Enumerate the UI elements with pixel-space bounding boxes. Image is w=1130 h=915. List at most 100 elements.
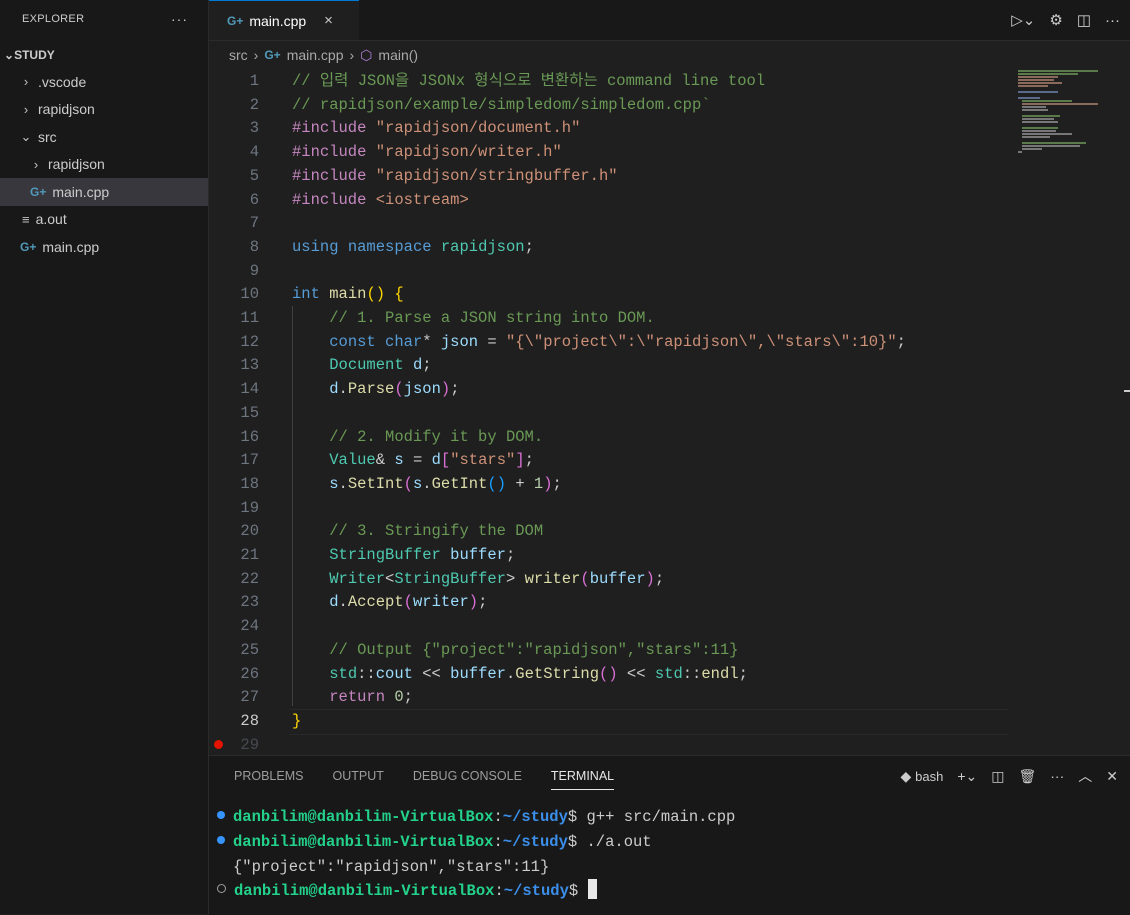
run-debug-icon[interactable]: ▷⌄ [1011, 11, 1035, 29]
line-number: 21 [240, 546, 259, 564]
line-number: 1 [249, 72, 259, 90]
line-content: // 입력 JSON을 JSONx 형식으로 변환하는 command line… [292, 72, 766, 90]
tab-terminal[interactable]: TERMINAL [550, 769, 615, 790]
chevron-down-icon: ⌄ [4, 48, 15, 62]
tree-item-src-main-cpp[interactable]: G+ main.cpp [0, 178, 208, 206]
line-content: s.SetInt(s.GetInt() + 1); [329, 474, 562, 493]
explorer-header: EXPLORER ··· [0, 0, 208, 38]
tree-item-label: src [38, 128, 57, 145]
tree-item-a-out[interactable]: ≡ a.out [0, 206, 208, 234]
line-content: // 1. Parse a JSON string into DOM. [329, 309, 655, 327]
terminal-icon: ◆ [900, 767, 912, 784]
terminal-output: {"project":"rapidjson","stars":11} [233, 858, 550, 876]
symbol-method-icon: ⬡ [360, 46, 373, 63]
scrollbar-position-marker[interactable] [1124, 390, 1130, 392]
tree-item-main-cpp[interactable]: G+ main.cpp [0, 233, 208, 261]
line-content: Value& s = d["stars"]; [329, 451, 534, 470]
close-icon[interactable]: × [324, 12, 333, 29]
line-number: 7 [249, 214, 259, 233]
chevron-right-icon: › [23, 101, 29, 117]
line-number: 22 [240, 569, 259, 588]
line-content: #include "rapidjson/document.h" [292, 119, 581, 138]
more-actions-icon[interactable]: ··· [1050, 768, 1064, 784]
line-number: 11 [240, 309, 259, 327]
breadcrumb-src[interactable]: src [229, 47, 248, 63]
prompt-path: ~/study [502, 833, 568, 851]
line-number: 18 [240, 474, 259, 493]
current-line-highlight [289, 709, 1009, 735]
minimap-preview [1018, 70, 1098, 153]
prompt-path: ~/study [502, 808, 568, 826]
prompt-user: danbilim@danbilim-VirtualBox [233, 808, 494, 826]
line-content: // rapidjson/example/simpledom/simpledom… [292, 95, 711, 114]
line-content: } [292, 711, 302, 730]
line-number: 16 [240, 427, 259, 446]
line-content: std::cout << buffer.GetString() << std::… [329, 664, 748, 683]
line-number: 27 [240, 688, 259, 707]
line-number: 26 [240, 664, 259, 683]
line-number: 24 [240, 617, 259, 636]
breadcrumb-symbol[interactable]: main() [378, 47, 418, 63]
bottom-panel: PROBLEMS OUTPUT DEBUG CONSOLE TERMINAL ◆… [209, 755, 1130, 915]
workspace-root-folder[interactable]: ⌄ STUDY [0, 44, 208, 66]
editor-actions: ▷⌄ ⚙ ◫ ··· [1011, 0, 1120, 40]
tree-item-label: rapidjson [38, 101, 95, 118]
line-number: 8 [249, 237, 259, 256]
line-number: 12 [240, 332, 259, 351]
chevron-right-icon: › [23, 74, 29, 90]
maximize-panel-icon[interactable]: ︿ [1078, 766, 1092, 786]
line-number: 17 [240, 451, 259, 470]
command-pending-icon [217, 884, 226, 894]
code-editor[interactable]: 1 // 입력 JSON을 JSONx 형식으로 변환하는 command lin… [209, 70, 1009, 755]
tree-item-label: main.cpp [42, 238, 100, 255]
prompt-user: danbilim@danbilim-VirtualBox [233, 833, 494, 851]
cpp-file-icon: G+ [264, 48, 281, 62]
line-number: 28 [240, 711, 259, 730]
tab-main-cpp[interactable]: G+ main.cpp × [209, 0, 359, 40]
more-actions-icon[interactable]: ··· [1105, 12, 1120, 29]
line-content: #include "rapidjson/stringbuffer.h" [292, 166, 618, 185]
gear-icon[interactable]: ⚙ [1049, 11, 1062, 29]
split-editor-icon[interactable]: ◫ [1077, 11, 1091, 29]
line-content: int main() { [292, 285, 404, 304]
tree-item-src-rapidjson[interactable]: › rapidjson [0, 151, 208, 179]
explorer-more-icon[interactable]: ··· [171, 11, 188, 27]
line-number: 20 [240, 522, 259, 541]
new-terminal-icon[interactable]: +⌄ [957, 768, 977, 785]
line-number: 9 [249, 261, 259, 280]
line-number: 23 [240, 593, 259, 612]
workspace-root-label: STUDY [14, 48, 55, 62]
prompt-path: ~/study [503, 882, 569, 900]
breakpoint-icon[interactable] [214, 740, 223, 749]
tree-item-label: .vscode [38, 73, 87, 90]
breadcrumb-file[interactable]: main.cpp [287, 47, 344, 63]
split-terminal-icon[interactable]: ◫ [991, 768, 1004, 785]
terminal-command: g++ src/main.cpp [586, 808, 736, 826]
chevron-down-icon: ⌄ [20, 128, 32, 144]
terminal-shell-selector[interactable]: ◆ bash [900, 768, 943, 785]
trash-icon[interactable]: 🗑 [1018, 768, 1036, 785]
line-number: 2 [249, 95, 259, 114]
editor-tab-bar: G+ main.cpp × ▷⌄ ⚙ ◫ ··· [209, 0, 1130, 41]
line-number: 25 [240, 640, 259, 659]
tab-output[interactable]: OUTPUT [332, 769, 383, 783]
terminal-line-prompt[interactable]: danbilim@danbilim-VirtualBox:~/study$ [217, 878, 597, 903]
chevron-right-icon: › [33, 156, 39, 172]
tree-item-rapidjson[interactable]: › rapidjson [0, 96, 208, 124]
line-content: Document d; [329, 356, 432, 375]
panel-tabs: PROBLEMS OUTPUT DEBUG CONSOLE TERMINAL [234, 756, 615, 796]
tree-item-label: a.out [35, 211, 67, 228]
tab-problems[interactable]: PROBLEMS [234, 769, 303, 783]
minimap[interactable] [1010, 64, 1120, 154]
line-content: #include <iostream> [292, 190, 469, 209]
tree-item-src[interactable]: ⌄ src [0, 123, 208, 151]
tree-item-vscode[interactable]: › .vscode [0, 68, 208, 96]
tab-debug-console[interactable]: DEBUG CONSOLE [413, 769, 522, 783]
breadcrumb: src › G+ main.cpp › ⬡ main() [229, 44, 418, 66]
close-panel-icon[interactable]: ✕ [1106, 768, 1118, 785]
line-content: return 0; [329, 688, 413, 707]
terminal-line-1: danbilim@danbilim-VirtualBox:~/study$ g+… [217, 805, 735, 829]
line-content: #include "rapidjson/writer.h" [292, 143, 562, 162]
line-content: // 2. Modify it by DOM. [329, 427, 544, 446]
command-success-icon [217, 835, 225, 844]
